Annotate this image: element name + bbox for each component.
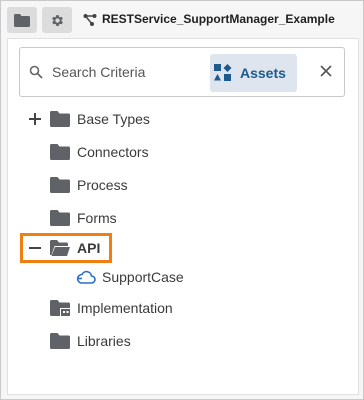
tree-item-label: API — [77, 240, 101, 256]
assets-label: Assets — [240, 65, 286, 81]
folder-icon — [50, 333, 70, 349]
folder-button[interactable] — [7, 7, 37, 33]
tree-item-api[interactable]: API — [50, 237, 100, 259]
project-title[interactable]: RESTService_SupportManager_Example — [102, 12, 335, 26]
search-icon — [29, 65, 43, 79]
tree-item-base-types[interactable]: Base Types — [50, 108, 150, 130]
tree-item-label: SupportCase — [102, 269, 184, 285]
collapse-icon[interactable] — [29, 242, 41, 254]
folder-icon — [50, 111, 70, 127]
explorer-window: RESTService_SupportManager_Example Asset… — [0, 0, 364, 400]
settings-button[interactable] — [42, 7, 72, 33]
folder-open-icon — [50, 240, 70, 256]
expand-icon[interactable] — [29, 113, 41, 125]
assets-panel: Assets Base Types Connectors — [7, 38, 359, 395]
assets-icon — [214, 64, 232, 81]
folder-icon — [14, 13, 30, 27]
tree-item-label: Forms — [77, 210, 117, 226]
assets-button[interactable]: Assets — [210, 54, 297, 92]
search-bar: Assets — [19, 47, 345, 97]
tree-item-label: Implementation — [77, 300, 173, 316]
tree-item-label: Connectors — [77, 144, 149, 160]
toolbar: RESTService_SupportManager_Example — [1, 1, 363, 37]
folder-icon — [50, 177, 70, 193]
tree-item-label: Base Types — [77, 111, 150, 127]
folder-icon — [50, 210, 70, 226]
tree-item-process[interactable]: Process — [50, 174, 128, 196]
tree-item-label: Libraries — [77, 333, 131, 349]
search-input[interactable] — [52, 60, 202, 84]
tree-item-connectors[interactable]: Connectors — [50, 141, 149, 163]
service-graph-icon — [83, 14, 97, 26]
cloud-api-icon — [76, 270, 96, 284]
tree-item-implementation[interactable]: Implementation — [50, 297, 173, 319]
tree-item-forms[interactable]: Forms — [50, 207, 117, 229]
folder-building-icon — [50, 300, 70, 316]
close-icon[interactable] — [320, 65, 332, 77]
folder-icon — [50, 144, 70, 160]
tree-item-libraries[interactable]: Libraries — [50, 330, 131, 352]
tree-item-supportcase[interactable]: SupportCase — [76, 266, 184, 288]
tree-item-label: Process — [77, 177, 128, 193]
gear-icon — [51, 14, 63, 26]
